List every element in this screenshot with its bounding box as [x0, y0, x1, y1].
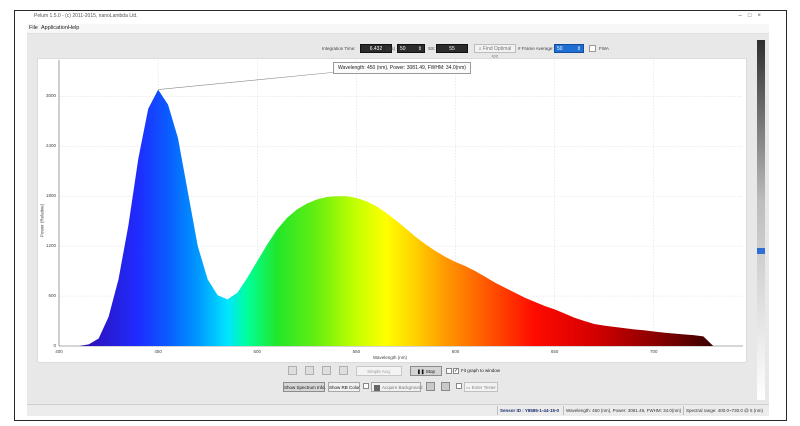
x-axis-label: Wavelength (nm): [372, 355, 408, 360]
stop-button[interactable]: ❚❚ Stop: [410, 366, 442, 376]
window-title: Pelum 1.5.0 - (c) 2011-2015, nanoLambda …: [34, 13, 138, 19]
window-icon[interactable]: [322, 366, 331, 375]
display-icon[interactable]: [339, 366, 348, 375]
grid-toggle-icon[interactable]: [446, 368, 452, 374]
menu-file[interactable]: File: [29, 25, 38, 31]
title-bar: Pelum 1.5.0 - (c) 2011-2015, nanoLambda …: [27, 12, 769, 23]
x-tick-label: 550: [352, 349, 361, 354]
frame-average-value: 50: [557, 46, 563, 52]
show-rb-color-button[interactable]: Show RB Color: [328, 382, 360, 392]
menu-bar: File Application Help: [27, 24, 769, 34]
find-optimal-button[interactable]: ⌕ Find Optimal SS: [474, 44, 516, 61]
x-tick-label: 600: [451, 349, 460, 354]
copy-icon[interactable]: [305, 366, 314, 375]
peak-annotation-line: [158, 71, 338, 90]
menu-application[interactable]: Application: [41, 25, 68, 31]
spectral-range: Spectral range: 400.0~730.0 @ 5 (nm): [683, 406, 765, 415]
vertical-scrollbar[interactable]: [757, 40, 765, 400]
gain-select[interactable]: 50 ⇕: [397, 44, 425, 53]
y-tick-label: 0: [53, 343, 56, 348]
menu-help[interactable]: Help: [68, 25, 79, 31]
ss-input[interactable]: 55: [436, 44, 468, 53]
pause-icon: ❚❚: [416, 369, 426, 374]
acquire-background-label: Acquire Background: [382, 385, 423, 390]
sensor-id: Sensor ID : Y8585-1-44-15-0: [497, 406, 561, 415]
spinner-icon: ⇕: [576, 46, 581, 52]
spectrum-area: [59, 89, 714, 346]
y-tick-label: 2400: [45, 143, 56, 149]
fwa-checkbox[interactable]: [589, 45, 596, 52]
y-tick-label: 3000: [45, 93, 56, 99]
fit-graph-checkbox[interactable]: ✓: [453, 368, 459, 374]
frame-average-select[interactable]: 50 ⇕: [554, 44, 584, 53]
tester-toggle-icon[interactable]: [456, 383, 462, 389]
acquire-background-button[interactable]: Acquire Background: [371, 382, 423, 392]
x-tick-label: 700: [650, 349, 658, 354]
frame-average-label: # Frame Average:: [518, 46, 554, 51]
integration-time-label: Integration Time:: [322, 46, 356, 51]
enter-tester-button[interactable]: ▭ Enter Tester: [464, 382, 498, 392]
rb-color-toggle-icon[interactable]: [363, 383, 369, 389]
peak-tooltip: Wavelength: 450 (nm), Power: 3081.49, FW…: [333, 62, 471, 74]
background-icon: [374, 384, 380, 391]
show-spectrum-info-button[interactable]: Show Spectrum Info.: [283, 382, 326, 392]
y-axis-label: Power (Relative): [39, 203, 45, 238]
spinner-icon: ⇕: [417, 46, 422, 52]
window-controls: –□×: [739, 13, 767, 19]
save-file-icon[interactable]: [441, 382, 450, 391]
gain-value: 50: [400, 46, 406, 52]
fwa-label: FWA: [599, 46, 609, 51]
x-tick-label: 400: [55, 349, 63, 354]
status-bar: Sensor ID : Y8585-1-44-15-0 Wavelength: …: [27, 404, 769, 416]
simple-acq-button[interactable]: Simple Acq.: [356, 366, 402, 376]
y-tick-label: 1200: [45, 243, 56, 249]
unit-label: (ms): [386, 46, 395, 51]
peak-info: Wavelength: 450 (nm), Power: 3081.49, FW…: [563, 406, 683, 415]
close-icon[interactable]: ×: [757, 13, 767, 19]
save-icon[interactable]: [288, 366, 297, 375]
y-tick-label: 1800: [45, 193, 56, 199]
folder-icon[interactable]: [426, 382, 435, 391]
x-tick-label: 450: [154, 349, 162, 354]
y-tick-label: 600: [48, 293, 56, 299]
minimize-icon[interactable]: –: [739, 13, 748, 19]
scrollbar-thumb[interactable]: [757, 248, 765, 254]
stop-label: Stop: [425, 369, 436, 374]
ss-label: SS:: [428, 46, 436, 51]
spectrum-chart: [58, 60, 743, 347]
x-tick-label: 650: [550, 349, 559, 354]
fit-graph-label: Fit graph to window: [461, 368, 501, 373]
enter-tester-label: Enter Tester: [471, 385, 496, 390]
acquisition-controls: Integration Time: 6.432 (ms) 50 ⇕ SS: 55 …: [320, 44, 650, 61]
x-tick-label: 500: [253, 349, 261, 354]
